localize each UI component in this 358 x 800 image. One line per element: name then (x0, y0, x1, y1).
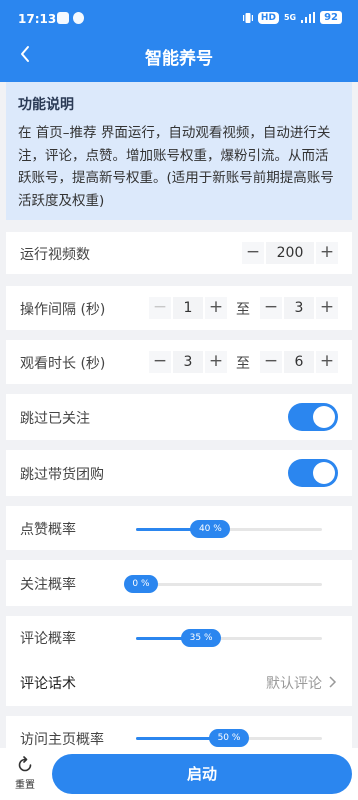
bottom-bar: 重置 启动 (0, 748, 358, 800)
interval-max-stepper: − 3 + (260, 297, 338, 319)
signal-icon (301, 12, 316, 23)
follow-rate-row: 关注概率 0 % (6, 560, 352, 606)
like-rate-slider[interactable]: 40 % (136, 520, 322, 538)
follow-rate-slider[interactable]: 0 % (124, 575, 322, 593)
skip-group-buy-label: 跳过带货团购 (20, 467, 104, 483)
cloud-notification-icon (73, 12, 84, 24)
interval-label: 操作间隔 (秒) (20, 302, 106, 318)
toggle-knob (313, 462, 335, 484)
visit-rate-label: 访问主页概率 (20, 732, 104, 748)
description-text: 在 首页–推荐 界面运行，自动观看视频，自动进行关注，评论，点赞。增加账号权重，… (18, 125, 334, 209)
like-rate-label: 点赞概率 (20, 522, 76, 538)
comment-rate-slider[interactable]: 35 % (136, 629, 322, 647)
interval-min-plus-button[interactable]: + (205, 297, 227, 319)
watch-min-minus-button[interactable]: − (149, 351, 171, 373)
like-rate-thumb[interactable]: 40 % (190, 520, 231, 538)
interval-to-label: 至 (236, 302, 250, 318)
watch-max-plus-button[interactable]: + (316, 351, 338, 373)
interval-min-minus-button[interactable]: − (149, 297, 171, 319)
description-title: 功能说明 (18, 97, 74, 113)
watch-min-plus-button[interactable]: + (205, 351, 227, 373)
interval-row: 操作间隔 (秒) − 1 + 至 − 3 + (6, 286, 352, 330)
watch-duration-label: 观看时长 (秒) (20, 356, 106, 372)
toggle-knob (313, 406, 335, 428)
description-card: 功能说明 在 首页–推荐 界面运行，自动观看视频，自动进行关注，评论，点赞。增加… (6, 82, 352, 220)
interval-min-stepper: − 1 + (149, 297, 227, 319)
interval-min-value[interactable]: 1 (173, 297, 203, 319)
app-notification-icon (57, 12, 69, 24)
watch-min-value[interactable]: 3 (173, 351, 203, 373)
run-videos-stepper: − 200 + (242, 242, 338, 264)
page-title: 智能养号 (145, 49, 213, 69)
skip-followed-row: 跳过已关注 (6, 394, 352, 440)
reset-label: 重置 (15, 780, 35, 791)
refresh-icon (18, 756, 32, 772)
watch-to-label: 至 (236, 356, 250, 372)
watch-max-value[interactable]: 6 (284, 351, 314, 373)
follow-rate-label: 关注概率 (20, 577, 76, 593)
comment-script-value: 默认评论 (266, 676, 322, 692)
comment-script-row[interactable]: 评论话术 默认评论 (6, 660, 352, 704)
watch-min-stepper: − 3 + (149, 351, 227, 373)
status-bar: 17:13 HD 5G 92 (0, 0, 358, 36)
interval-max-minus-button[interactable]: − (260, 297, 282, 319)
visit-rate-row: 访问主页概率 50 % (6, 716, 352, 750)
top-bar: 17:13 HD 5G 92 智能养号 (0, 0, 358, 82)
comment-group: 评论概率 35 % 评论话术 默认评论 (6, 616, 352, 706)
interval-max-plus-button[interactable]: + (316, 297, 338, 319)
visit-rate-slider[interactable]: 50 % (136, 729, 322, 747)
hd-badge: HD (257, 11, 279, 24)
run-videos-plus-button[interactable]: + (316, 242, 338, 264)
like-rate-row: 点赞概率 40 % (6, 506, 352, 550)
battery-icon: 92 (320, 11, 342, 24)
run-videos-row: 运行视频数 − 200 + (6, 232, 352, 274)
run-videos-minus-button[interactable]: − (242, 242, 264, 264)
skip-group-buy-row: 跳过带货团购 (6, 450, 352, 496)
skip-followed-toggle[interactable] (288, 403, 338, 431)
network-type: 5G (283, 13, 297, 22)
watch-max-stepper: − 6 + (260, 351, 338, 373)
status-time: 17:13 (18, 12, 57, 26)
run-videos-value[interactable]: 200 (266, 242, 314, 264)
follow-rate-thumb[interactable]: 0 % (124, 575, 158, 593)
reset-button[interactable]: 重置 (10, 756, 40, 791)
start-button[interactable]: 启动 (52, 754, 352, 794)
chevron-right-icon (329, 676, 337, 688)
watch-duration-row: 观看时长 (秒) − 3 + 至 − 6 + (6, 340, 352, 384)
vibrate-icon (242, 12, 253, 23)
interval-max-value[interactable]: 3 (284, 297, 314, 319)
skip-group-buy-toggle[interactable] (288, 459, 338, 487)
run-videos-label: 运行视频数 (20, 247, 90, 263)
visit-rate-thumb[interactable]: 50 % (209, 729, 249, 747)
comment-rate-label: 评论概率 (20, 631, 76, 647)
skip-followed-label: 跳过已关注 (20, 411, 90, 427)
comment-script-label: 评论话术 (20, 676, 76, 692)
watch-max-minus-button[interactable]: − (260, 351, 282, 373)
comment-rate-thumb[interactable]: 35 % (181, 629, 222, 647)
